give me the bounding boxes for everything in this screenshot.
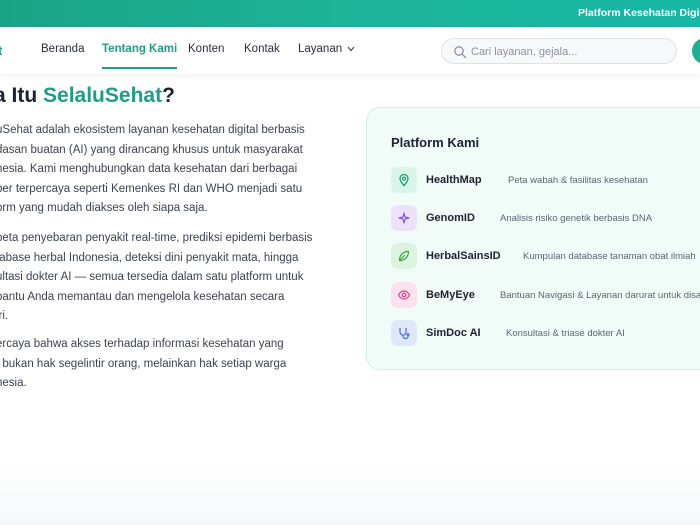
about-line: ultasi dokter AI — semua tersedia dalam … [0, 271, 304, 283]
platform-item-herbalsainsid[interactable]: HerbalSainsID Kumpulan database tanaman … [391, 243, 700, 269]
chevron-down-icon [347, 44, 355, 54]
platform-item-name: GenomID [426, 212, 475, 224]
about-line: ercaya bahwa akses terhadap informasi ke… [0, 338, 284, 350]
leaf-icon [391, 243, 417, 269]
nav-item-layanan[interactable]: Layanan [298, 43, 355, 55]
platform-item-desc: Bantuan Navigasi & Layanan darurat untuk… [500, 290, 700, 301]
top-announcement-bar: Platform Kesehatan Digital Indo [0, 0, 700, 27]
about-line: orm yang mudah diakses oleh siapa saja. [0, 202, 208, 214]
search-box [441, 38, 677, 64]
next-section-band [0, 460, 700, 525]
about-line: nesia. [0, 377, 27, 389]
platform-item-name: BeMyEye [426, 289, 475, 301]
about-paragraph-2: peta penyebaran penyakit real-time, pred… [0, 229, 336, 327]
nav-item-konten[interactable]: Konten [188, 43, 224, 55]
page-title-suffix: ? [162, 84, 175, 107]
map-pin-icon [391, 167, 417, 193]
top-announcement-text: Platform Kesehatan Digital Indo [578, 7, 700, 19]
about-line: peta penyebaran penyakit real-time, pred… [0, 232, 313, 244]
nav-item-layanan-label: Layanan [298, 43, 343, 55]
page-title-prefix: a Itu [0, 84, 38, 107]
search-icon [453, 45, 467, 59]
about-paragraph-3: ercaya bahwa akses terhadap informasi ke… [0, 335, 336, 394]
platform-panel: Platform Kami HealthMap Peta wabah & fas… [366, 107, 700, 370]
about-line: bantu Anda memantau dan mengelola keseha… [0, 290, 285, 303]
platform-item-desc: Konsultasi & triase dokter AI [506, 328, 625, 339]
main-navbar: t Beranda Tentang Kami Konten Kontak Lay… [0, 27, 700, 74]
platform-item-name: HerbalSainsID [426, 250, 501, 262]
about-line: ber terpercaya seperti Kemenkes RI dan W… [0, 182, 303, 195]
platform-item-desc: Kumpulan database tanaman obat ilmiah [523, 251, 696, 262]
platform-item-name: SimDoc AI [426, 327, 481, 339]
platform-item-genomid[interactable]: GenomID Analisis risiko genetik berbasis… [391, 205, 700, 231]
search-input[interactable] [471, 43, 666, 60]
page-title-brand: SelaluSehat [43, 84, 163, 107]
platform-item-name: HealthMap [426, 174, 482, 186]
about-line: nesia. Kami menghubungkan data kesehatan… [0, 163, 298, 175]
platform-panel-title: Platform Kami [391, 135, 480, 150]
about-line: t bukan hak segelintir orang, melainkan … [0, 357, 287, 370]
platform-item-desc: Analisis risiko genetik berbasis DNA [500, 213, 653, 224]
about-line: uSehat adalah ekosistem layanan kesehata… [0, 124, 305, 136]
about-line: tabase herbal Indonesia, deteksi dini pe… [0, 251, 299, 264]
platform-item-healthmap[interactable]: HealthMap Peta wabah & fasilitas kesehat… [391, 167, 700, 193]
nav-item-kontak[interactable]: Kontak [244, 43, 280, 55]
platform-item-bemyeye[interactable]: BeMyEye Bantuan Navigasi & Layanan darur… [391, 282, 700, 308]
about-line: dasan buatan (AI) yang dirancang khusus … [0, 143, 303, 156]
sparkle-icon [391, 205, 417, 231]
cta-button[interactable] [692, 38, 700, 64]
site-logo[interactable]: t [0, 43, 2, 58]
platform-item-desc: Peta wabah & fasilitas kesehatan [508, 175, 648, 186]
nav-item-tentang-kami[interactable]: Tentang Kami [102, 43, 178, 69]
eye-icon [391, 282, 417, 308]
nav-item-beranda[interactable]: Beranda [41, 43, 84, 55]
about-line: iri. [0, 310, 9, 322]
about-paragraph-1: uSehat adalah ekosistem layanan kesehata… [0, 121, 336, 219]
page-title: a Itu SelaluSehat? [0, 84, 175, 108]
platform-item-simdoc-ai[interactable]: SimDoc AI Konsultasi & triase dokter AI [391, 320, 700, 346]
stethoscope-icon [391, 320, 417, 346]
